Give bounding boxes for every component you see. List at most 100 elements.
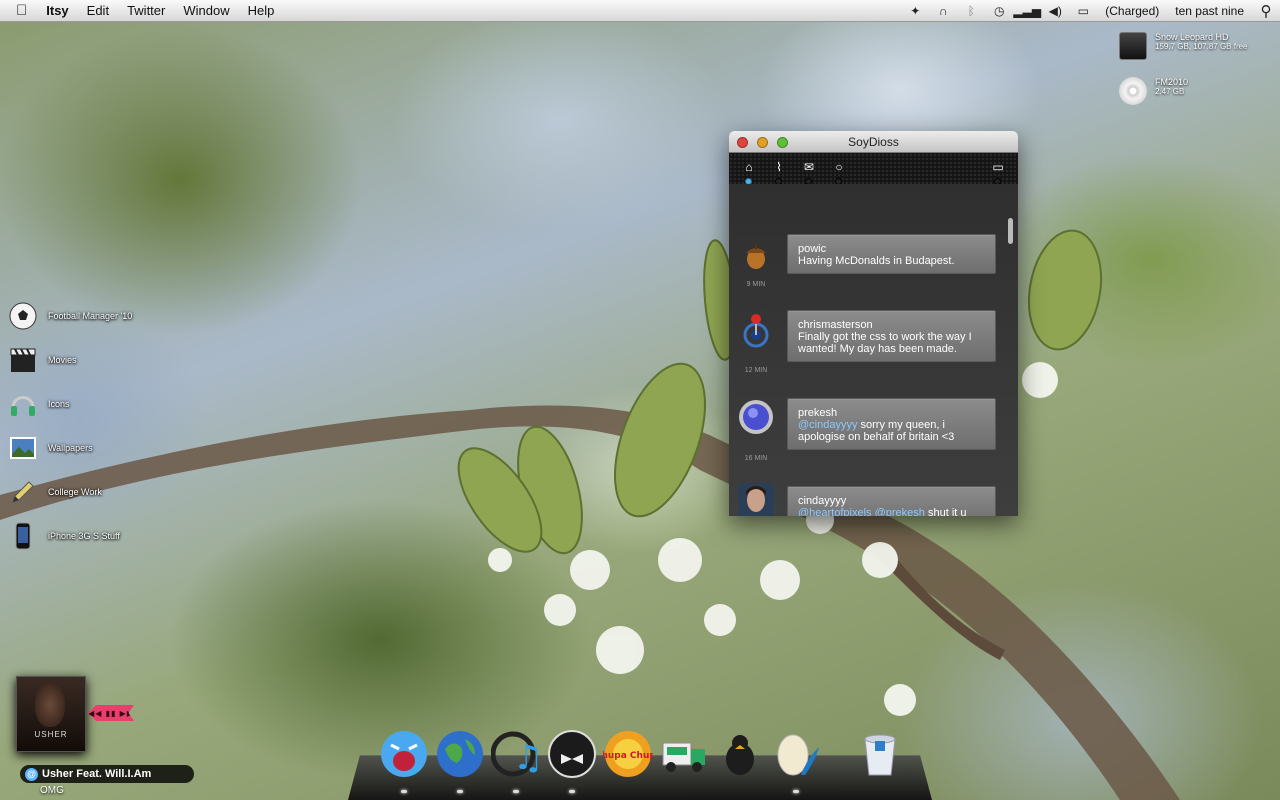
now-playing-bar[interactable]: @ Usher Feat. Will.I.Am (20, 765, 194, 783)
pin-avatar-icon[interactable] (738, 313, 774, 349)
desktop-item-label: Football Manager '10 (48, 311, 133, 321)
drive-name: Snow Leopard HD (1155, 32, 1229, 42)
tweet-bubble[interactable]: chrismasterson Finally got the css to wo… (787, 310, 996, 362)
search-icon[interactable]: ○ (830, 158, 848, 176)
desktop-item-icons[interactable]: Icons (8, 389, 70, 419)
butterfly-icon[interactable]: ✦ (901, 4, 929, 18)
drive-name: FM2010 (1155, 77, 1189, 87)
tweet[interactable]: prekesh @cindayyyy sorry my queen, i apo… (729, 395, 1018, 465)
soccer-ball-icon (8, 301, 38, 331)
tweet[interactable]: powic Having McDonalds in Budapest. 9 MI… (729, 231, 1018, 301)
menu-edit[interactable]: Edit (78, 0, 118, 22)
desktop-item-wallpapers[interactable]: Wallpapers (8, 433, 93, 463)
tweet[interactable]: chrismasterson Finally got the css to wo… (729, 307, 1018, 377)
zoom-button[interactable] (777, 137, 788, 148)
share-icon[interactable]: @ (25, 767, 38, 781)
tweet-username[interactable]: chrismasterson (798, 319, 985, 331)
app-menu[interactable]: Itsy (37, 0, 77, 22)
minimize-button[interactable] (757, 137, 768, 148)
headphones-icon[interactable]: ∩ (929, 4, 957, 18)
twitter-window: SoyDioss ⌂ ⌇ ✉ ○ ▭ powic Having McDonald… (729, 131, 1018, 516)
album-artwork[interactable]: USHER (16, 676, 86, 752)
iphone-icon (8, 521, 38, 551)
chupa-label: Chupa Chups (603, 751, 653, 761)
dock-egg-quill-icon[interactable] (770, 728, 822, 780)
wifi-icon[interactable]: ▂▃▅ (1013, 4, 1041, 18)
dock-itunes-icon[interactable]: ♫ (490, 728, 542, 780)
close-button[interactable] (737, 137, 748, 148)
orb-avatar-icon[interactable] (738, 399, 774, 435)
compose-icon[interactable]: ▭ (989, 158, 1007, 176)
menu-window[interactable]: Window (174, 0, 238, 22)
pencil-icon (8, 477, 38, 507)
desktop-item-label: College Work (48, 487, 102, 497)
tweet-bubble[interactable]: prekesh @cindayyyy sorry my queen, i apo… (787, 398, 996, 450)
tweet-time: 16 MIN (744, 455, 768, 462)
tweet-bubble[interactable]: cindayyyy @heartofpixels @prekesh shut i… (787, 486, 996, 516)
menu-help[interactable]: Help (239, 0, 284, 22)
tweet-text: Having McDonalds in Budapest. (798, 255, 955, 267)
photo-avatar-icon[interactable] (738, 483, 774, 516)
desktop-item-label: Wallpapers (48, 443, 93, 453)
dock-trash-icon[interactable] (854, 728, 906, 780)
drive-fm2010[interactable]: FM2010 2.47 GB (1119, 77, 1188, 105)
drive-info: 2.47 GB (1155, 87, 1185, 96)
dock-delivery-truck-icon[interactable] (658, 728, 710, 780)
dock-running-indicator (513, 790, 519, 793)
dock-running-indicator (569, 790, 575, 793)
twitter-toolbar: ⌂ ⌇ ✉ ○ ▭ (729, 153, 1018, 185)
battery-icon[interactable]: ▭ (1069, 4, 1097, 18)
picture-icon (8, 433, 38, 463)
desktop-item-label: Icons (48, 399, 70, 409)
playback-controls[interactable]: ◀◀ ▮▮ ▶▶ (88, 705, 134, 721)
desktop-item-movies[interactable]: Movies (8, 345, 77, 375)
tweet-text: @heartofpixels @prekesh shut it u (798, 507, 985, 516)
paperclip-icon[interactable]: ⌇ (770, 158, 788, 176)
dock-earth-icon[interactable] (434, 728, 486, 780)
volume-icon[interactable]: ◀) (1041, 4, 1069, 18)
headphones-icon (8, 389, 38, 419)
dock-penguin-icon[interactable] (714, 728, 766, 780)
battery-status[interactable]: (Charged) (1097, 4, 1167, 18)
tweet-body: shut it u (924, 507, 967, 516)
artist-photo (35, 683, 65, 727)
mail-icon[interactable]: ✉ (800, 158, 818, 176)
tweet-username[interactable]: powic (798, 243, 985, 255)
time-machine-icon[interactable]: ◷ (985, 4, 1013, 18)
tweet-timeline[interactable]: powic Having McDonalds in Budapest. 9 MI… (729, 184, 1018, 516)
dock-tuxedo-icon[interactable] (546, 728, 598, 780)
desktop-item-football-manager[interactable]: Football Manager '10 (8, 301, 132, 331)
tweet-text: Finally got the css to work the way I wa… (798, 331, 972, 355)
status-menus: ✦ ∩ ᛒ ◷ ▂▃▅ ◀) ▭ (Charged) ten past nine… (901, 0, 1280, 22)
dock-running-indicator (457, 790, 463, 793)
tweet[interactable]: cindayyyy @heartofpixels @prekesh shut i… (729, 483, 1018, 516)
tweet-mention[interactable]: @heartofpixels (798, 507, 872, 516)
bluetooth-icon[interactable]: ᛒ (957, 4, 985, 18)
now-playing-album: OMG (40, 785, 64, 796)
svg-text:♫: ♫ (513, 738, 541, 778)
menu-bar:  Itsy Edit Twitter Window Help ✦ ∩ ᛒ ◷ … (0, 0, 1280, 22)
tweet-bubble[interactable]: powic Having McDonalds in Budapest. (787, 234, 996, 274)
window-titlebar[interactable]: SoyDioss (729, 131, 1018, 153)
spotlight-icon[interactable]: ⚲ (1252, 2, 1280, 20)
dock-running-indicator (793, 790, 799, 793)
menu-twitter[interactable]: Twitter (118, 0, 174, 22)
tweet-time: 12 MIN (744, 367, 768, 374)
tweet-username[interactable]: prekesh (798, 407, 985, 419)
menu-clock[interactable]: ten past nine (1167, 4, 1252, 18)
desktop-item-label: iPhone 3G S Stuff (48, 531, 120, 541)
tweet-mention[interactable]: @cindayyyy (798, 419, 857, 431)
dvd-icon (1119, 77, 1147, 105)
clapperboard-icon (8, 345, 38, 375)
dock-yell-icon[interactable] (378, 728, 430, 780)
drive-snow-leopard[interactable]: Snow Leopard HD 159.7 GB, 107.87 GB free (1119, 32, 1248, 60)
album-cover-text: USHER (34, 730, 68, 739)
dock-chupa-chups-icon[interactable]: Chupa Chups (602, 728, 654, 780)
tweet-mention[interactable]: @prekesh (875, 507, 925, 516)
apple-menu-icon[interactable]:  (0, 0, 37, 22)
acorn-avatar-icon[interactable] (738, 237, 774, 273)
home-icon[interactable]: ⌂ (740, 158, 758, 176)
tweet-username[interactable]: cindayyyy (798, 495, 985, 507)
desktop-item-iphone[interactable]: iPhone 3G S Stuff (8, 521, 120, 551)
desktop-item-college-work[interactable]: College Work (8, 477, 102, 507)
